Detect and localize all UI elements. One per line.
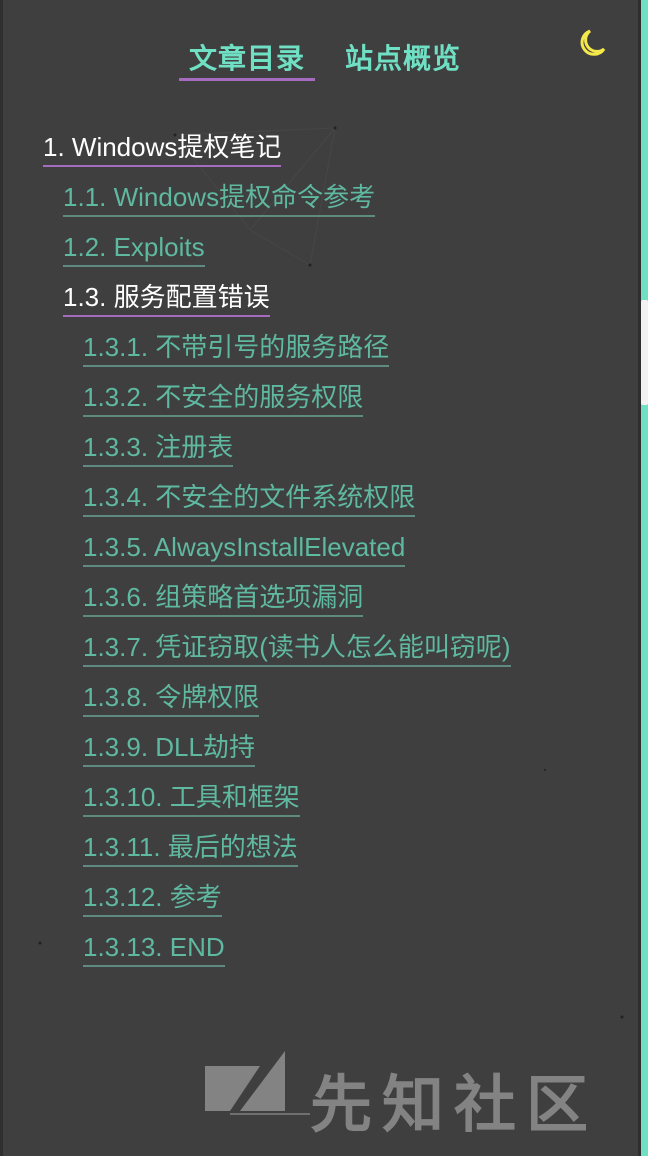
toc-link[interactable]: 1.3.5. AlwaysInstallElevated: [83, 530, 406, 567]
scrollbar-thumb[interactable]: [641, 300, 648, 405]
toc-link[interactable]: 1.3.1. 不带引号的服务路径: [83, 330, 390, 367]
tab-toc[interactable]: 文章目录: [179, 40, 316, 81]
toc-link[interactable]: 1.3.6. 组策略首选项漏洞: [83, 580, 364, 617]
toc-link[interactable]: 1.3.10. 工具和框架: [83, 780, 300, 817]
toc-link[interactable]: 1.3.2. 不安全的服务权限: [83, 380, 364, 417]
moon-icon[interactable]: [576, 27, 608, 59]
sidebar-tabs: 文章目录 站点概览: [0, 40, 648, 86]
sidebar-panel: 文章目录 站点概览 1. Windows提权笔记 1.1. Windows提权命令…: [0, 0, 648, 1156]
toc-link[interactable]: 1.2. Exploits: [63, 230, 205, 267]
tab-overview[interactable]: 站点概览: [345, 40, 461, 78]
site-watermark: 先知社区: [200, 1046, 640, 1156]
watermark-text: 先知社区: [310, 1071, 599, 1140]
toc-link[interactable]: 1.3. 服务配置错误: [63, 280, 270, 317]
toc-link[interactable]: 1.3.12. 参考: [83, 880, 222, 917]
toc-link[interactable]: 1.3.7. 凭证窃取(读书人怎么能叫窃呢): [83, 630, 511, 667]
toc-link[interactable]: 1.3.13. END: [83, 930, 225, 967]
toc-link[interactable]: 1.3.3. 注册表: [83, 430, 234, 467]
right-accent-bar: [641, 0, 648, 1156]
background-decoration: [38, 126, 624, 1019]
left-border: [0, 0, 3, 1156]
toc-link[interactable]: 1. Windows提权笔记: [43, 130, 282, 167]
toc-link[interactable]: 1.3.11. 最后的想法: [83, 830, 298, 867]
site-logo: [205, 1051, 640, 1115]
toc-link[interactable]: 1.1. Windows提权命令参考: [63, 180, 376, 217]
toc-link[interactable]: 1.3.8. 令牌权限: [83, 680, 260, 717]
toc-link[interactable]: 1.3.9. DLL劫持: [83, 730, 255, 767]
toc-link[interactable]: 1.3.4. 不安全的文件系统权限: [83, 480, 416, 517]
